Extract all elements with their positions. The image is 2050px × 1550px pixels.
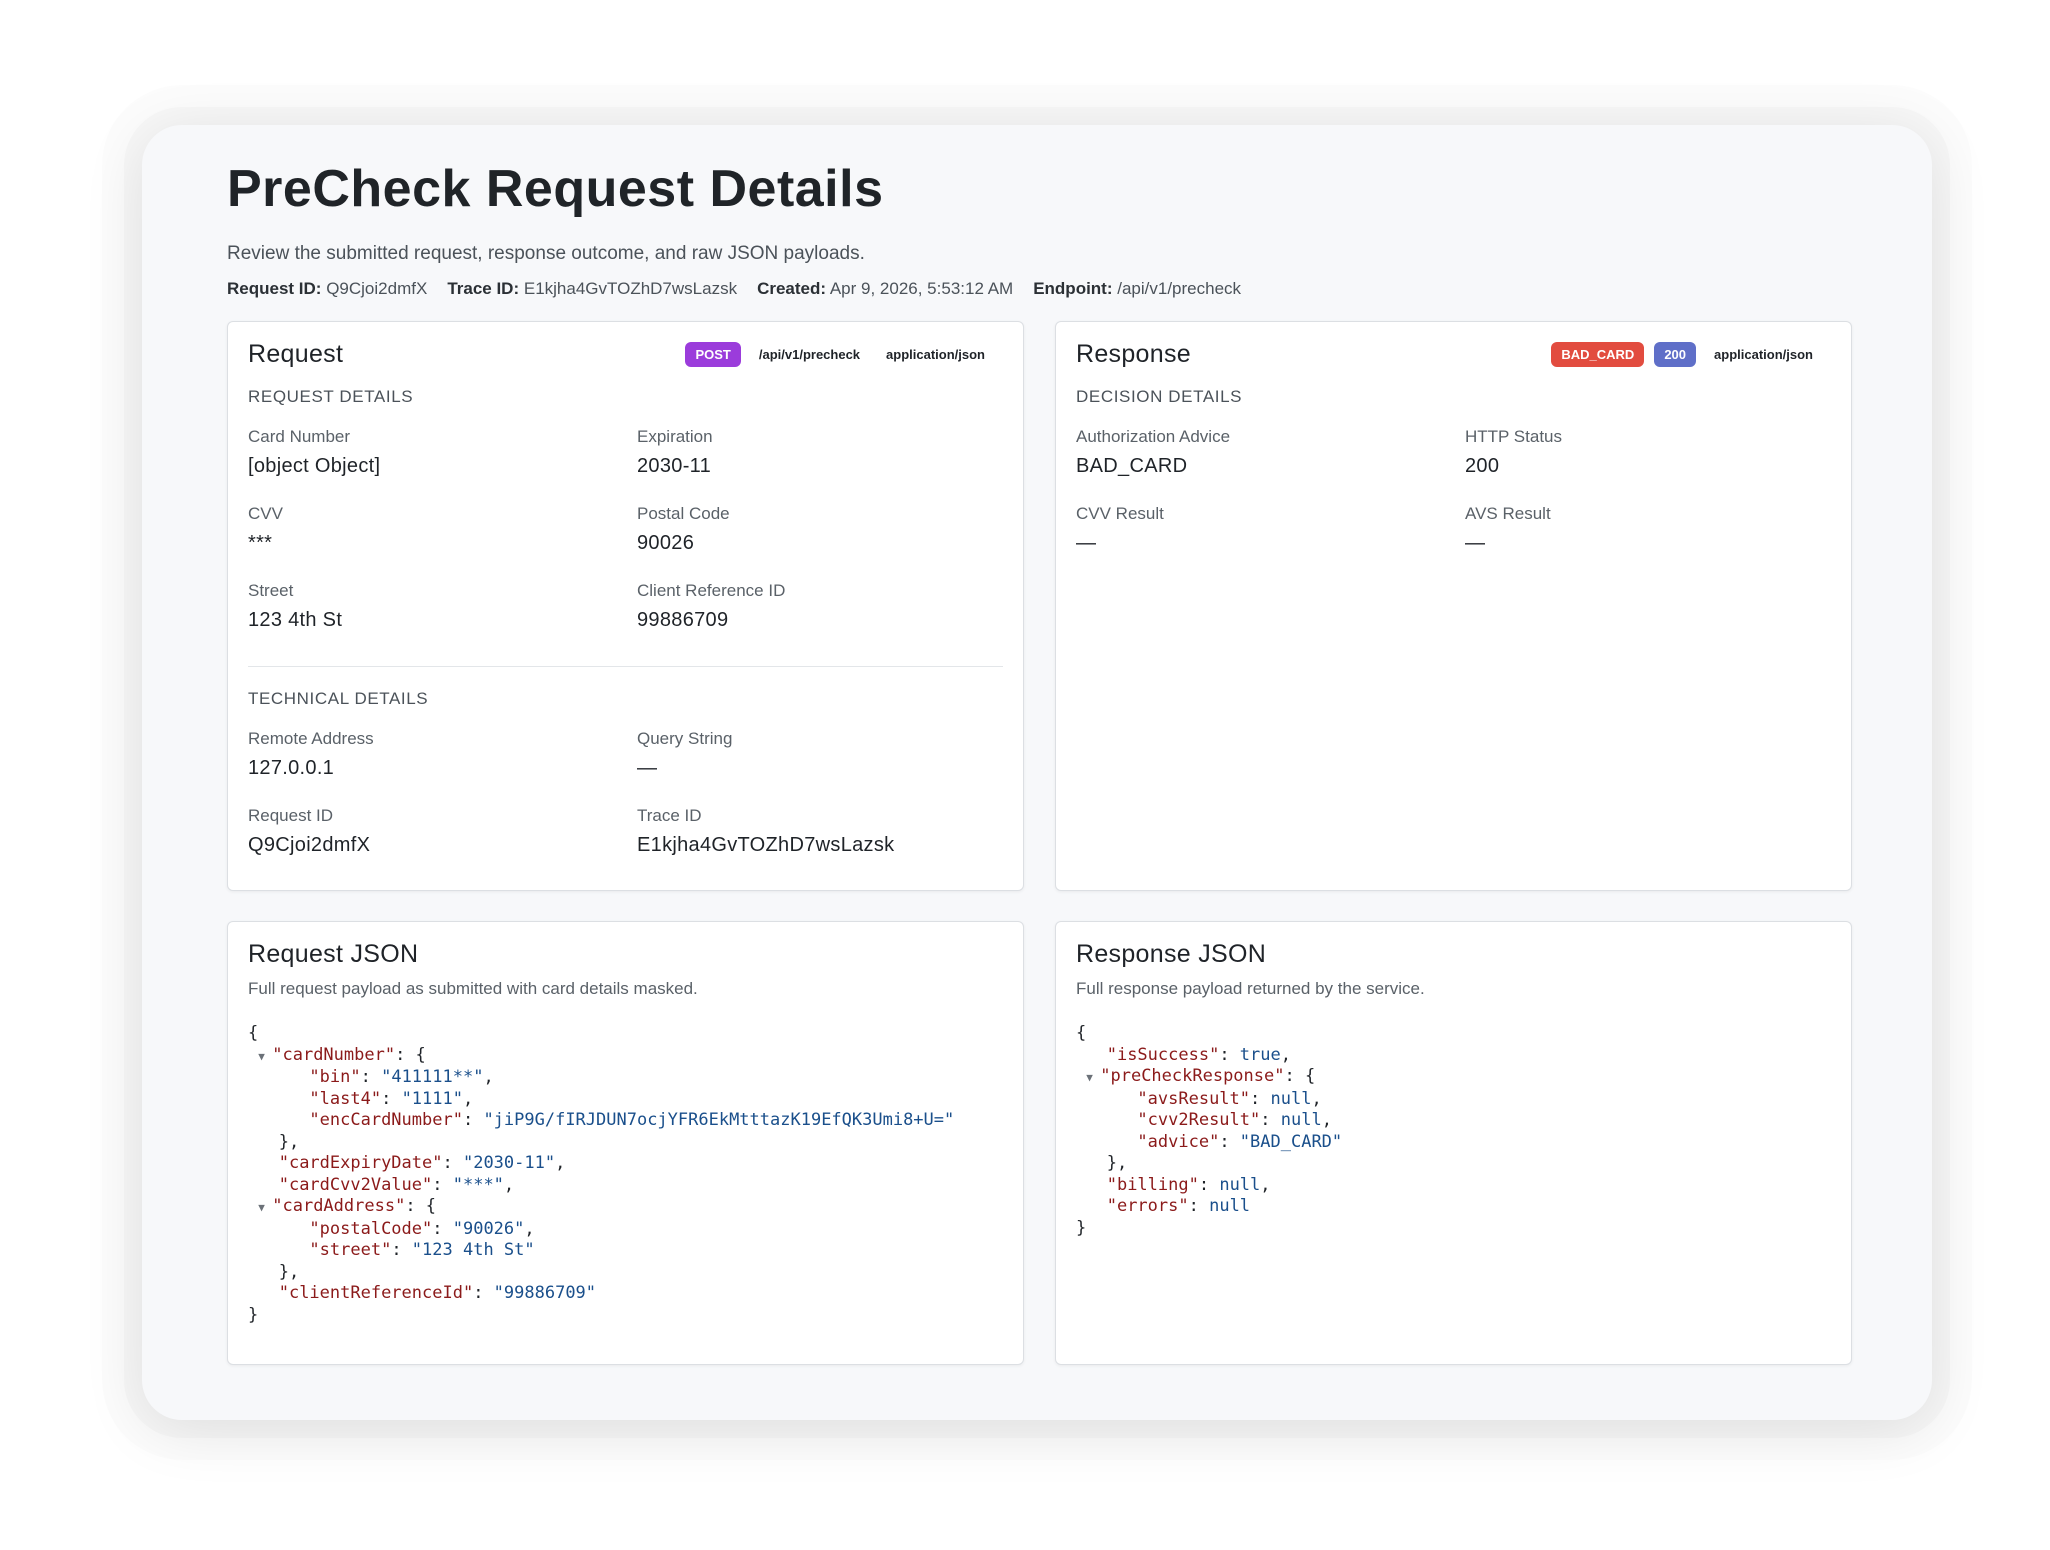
app-window: PreCheck Request Details Review the subm…: [142, 125, 1932, 1420]
meta-created: Created: Apr 9, 2026, 5:53:12 AM: [757, 279, 1014, 298]
field-remote-address: Remote Address 127.0.0.1: [248, 729, 374, 779]
decision-details-label: DECISION DETAILS: [1076, 387, 1243, 406]
request-badges: POST /api/v1/precheck application/json: [685, 342, 993, 367]
field-cvv: CVV ***: [248, 504, 283, 554]
meta-trace-id: Trace ID: E1kjha4GvTOZhD7wsLazsk: [447, 279, 738, 298]
request-json-card: Request JSON Full request payload as sub…: [227, 921, 1024, 1365]
field-http-status: HTTP Status 200: [1465, 427, 1562, 477]
path-badge: /api/v1/precheck: [758, 347, 861, 362]
advice-badge: BAD_CARD: [1551, 342, 1645, 367]
meta-row: Request ID: Q9Cjoi2dmfX Trace ID: E1kjha…: [227, 279, 1854, 299]
field-postal-code: Postal Code 90026: [637, 504, 730, 554]
response-title: Response: [1076, 340, 1191, 368]
content-grid: Request POST /api/v1/precheck applicatio…: [227, 321, 1854, 1365]
response-json-title: Response JSON: [1076, 940, 1267, 968]
field-street: Street 123 4th St: [248, 581, 343, 631]
field-trace-id: Trace ID E1kjha4GvTOZhD7wsLazsk: [637, 806, 895, 856]
field-query-string: Query String —: [637, 729, 733, 779]
field-cvv-result: CVV Result —: [1076, 504, 1164, 554]
caret-down-icon[interactable]: ▼: [258, 1197, 272, 1219]
field-authorization-advice: Authorization Advice BAD_CARD: [1076, 427, 1231, 477]
meta-request-id: Request ID: Q9Cjoi2dmfX: [227, 279, 428, 298]
field-avs-result: AVS Result —: [1465, 504, 1551, 554]
field-client-reference-id: Client Reference ID 99886709: [637, 581, 786, 631]
field-card-number: Card Number [object Object]: [248, 427, 381, 477]
technical-fields: Remote Address 127.0.0.1 Query String — Re…: [248, 729, 1003, 883]
response-card: Response BAD_CARD 200 application/json D…: [1055, 321, 1852, 891]
response-json-card: Response JSON Full response payload retu…: [1055, 921, 1852, 1365]
response-json-subtitle: Full response payload returned by the se…: [1076, 979, 1425, 998]
request-json-subtitle: Full request payload as submitted with c…: [248, 979, 698, 998]
response-content-type-badge: application/json: [1714, 347, 1813, 362]
response-json-viewer: { "isSuccess": true, ▼ "preCheckResponse"…: [1076, 1023, 1343, 1238]
request-card: Request POST /api/v1/precheck applicatio…: [227, 321, 1024, 891]
response-fields: Authorization Advice BAD_CARD HTTP Status…: [1076, 427, 1831, 581]
request-fields: Card Number [object Object] Expiration 203…: [248, 427, 1003, 658]
page-subtitle: Review the submitted request, response o…: [227, 243, 865, 264]
field-expiration: Expiration 2030-11: [637, 427, 713, 477]
status-badge: 200: [1654, 342, 1697, 367]
request-json-viewer: { ▼ "cardNumber": { "bin": "411111**", "l…: [248, 1023, 955, 1325]
page-title: PreCheck Request Details: [227, 160, 884, 218]
divider: [248, 666, 1003, 667]
method-badge: POST: [685, 342, 741, 367]
field-request-id: Request ID Q9Cjoi2dmfX: [248, 806, 371, 856]
meta-endpoint: Endpoint: /api/v1/precheck: [1033, 279, 1242, 298]
response-badges: BAD_CARD 200 application/json: [1551, 342, 1821, 367]
request-details-label: REQUEST DETAILS: [248, 387, 414, 406]
content-type-badge: application/json: [886, 347, 985, 362]
request-title: Request: [248, 340, 344, 368]
caret-down-icon[interactable]: ▼: [1086, 1067, 1100, 1089]
technical-details-label: TECHNICAL DETAILS: [248, 689, 429, 708]
caret-down-icon[interactable]: ▼: [258, 1046, 272, 1068]
request-json-title: Request JSON: [248, 940, 419, 968]
